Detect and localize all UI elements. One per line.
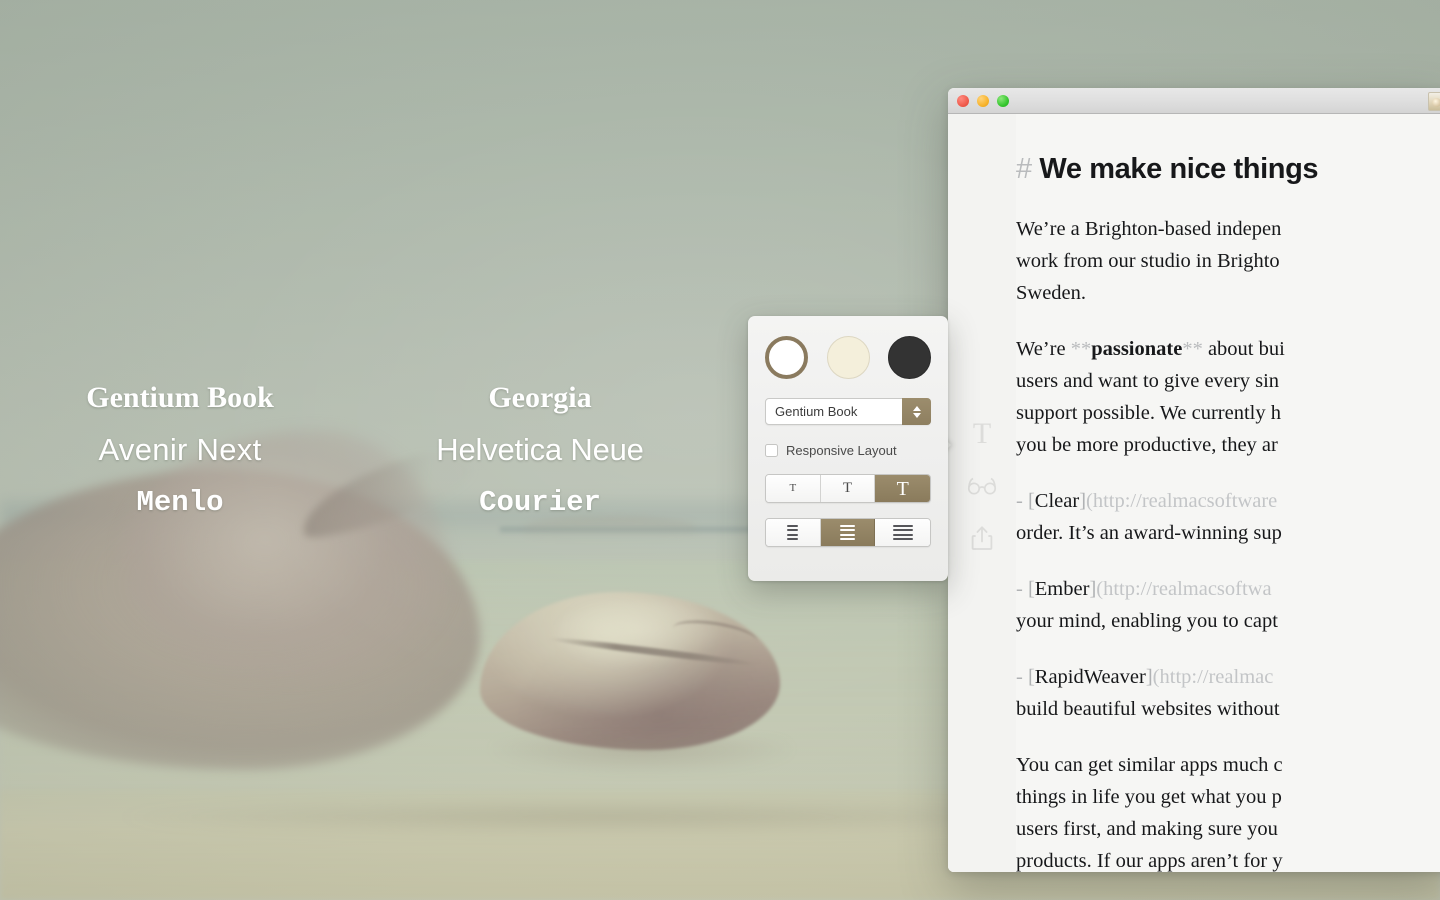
theme-swatch-white[interactable] [765, 336, 808, 379]
link-text[interactable]: RapidWeaver [1035, 666, 1146, 688]
list-item-ember: - [Ember](http://realmacsoftwa your mind… [1016, 573, 1440, 637]
zoom-button[interactable] [997, 95, 1009, 107]
link-url: (http://realmacsoftware [1086, 489, 1278, 512]
text-size-large-button[interactable]: T [875, 475, 930, 502]
line-width-segmented-control[interactable] [765, 518, 931, 547]
paragraph-text: about bui [1202, 337, 1285, 360]
paragraph-line: your mind, enabling you to capt [1016, 609, 1278, 632]
font-family-select[interactable]: Gentium Book [765, 398, 931, 425]
link-url: (http://realmac [1152, 665, 1274, 688]
text-size-medium-icon: T [842, 480, 853, 496]
markdown-bullet: - [1016, 489, 1023, 512]
tool-rail: T [948, 114, 1016, 872]
paragraph-line: users and want to give every sin [1016, 369, 1280, 392]
typography-button[interactable]: T [948, 408, 1016, 460]
link-text[interactable]: Clear [1035, 490, 1079, 512]
theme-swatch-sepia[interactable] [826, 336, 870, 379]
wallpaper-distant-rock [524, 516, 696, 538]
font-family-value: Gentium Book [775, 404, 858, 419]
markdown-bracket-close: ] [1145, 665, 1153, 688]
markdown-bracket-close: ] [1079, 489, 1087, 512]
line-width-narrow-icon [787, 524, 799, 541]
window-titlebar[interactable] [948, 88, 1440, 114]
chevron-down-icon [912, 412, 921, 418]
document-heading: # We make nice things [1016, 152, 1440, 187]
markdown-bullet: - [1016, 665, 1023, 688]
list-item-rapidweaver: - [RapidWeaver](http://realmac build bea… [1016, 661, 1440, 725]
responsive-layout-checkbox[interactable] [765, 444, 778, 457]
paragraph-text: We’re [1016, 337, 1071, 360]
paragraph-line: products. If our apps aren’t for y [1016, 849, 1283, 872]
theme-swatch-group [765, 336, 931, 379]
markdown-bracket-open: [ [1027, 489, 1035, 512]
document-window[interactable]: T # We make nice things We’re a Brighton… [948, 88, 1440, 872]
line-width-wide-icon [892, 524, 913, 541]
markdown-bold-marker: ** [1182, 337, 1203, 360]
text-size-medium-button[interactable]: T [820, 475, 876, 502]
line-width-narrow-button[interactable] [766, 519, 821, 546]
share-icon [971, 525, 993, 551]
glasses-icon [967, 477, 997, 495]
markdown-bullet: - [1016, 577, 1023, 600]
document-heading-text: We make nice things [1039, 153, 1319, 185]
bold-word: passionate [1091, 337, 1183, 360]
paragraph-line: Sweden. [1016, 281, 1087, 304]
font-sample-gentium-book: Gentium Book [86, 381, 274, 414]
document-text-area[interactable]: # We make nice things We’re a Brighton-b… [1016, 114, 1440, 872]
paragraph-line: build beautiful websites without [1016, 697, 1280, 720]
link-url: (http://realmacsoftwa [1096, 577, 1272, 600]
font-sample-row: Gentium Book Georgia [0, 372, 720, 424]
paragraph-line: order. It’s an award-winning sup [1016, 521, 1282, 544]
paragraph-closing: You can get similar apps much c things i… [1016, 749, 1440, 872]
font-sample-georgia: Georgia [488, 381, 592, 414]
paragraph-line: things in life you get what you p [1016, 785, 1282, 808]
preview-button[interactable] [948, 460, 1016, 512]
chevron-up-icon [912, 405, 921, 411]
document-body: T # We make nice things We’re a Brighton… [948, 114, 1440, 872]
line-width-medium-button[interactable] [820, 519, 876, 546]
markdown-bracket-open: [ [1027, 665, 1035, 688]
close-button[interactable] [957, 95, 969, 107]
text-size-small-button[interactable]: T [766, 475, 821, 502]
stepper-arrows [912, 405, 921, 418]
wallpaper-boulder-reflection [492, 738, 792, 774]
text-size-large-icon: T [896, 477, 909, 500]
window-controls [957, 95, 1009, 107]
markdown-hash-marker: # [1016, 153, 1032, 185]
document-thumbnail-icon[interactable] [1428, 92, 1440, 111]
paragraph-line: We’re a Brighton-based indepen [1016, 217, 1282, 240]
theme-swatch-dark[interactable] [888, 336, 931, 379]
line-width-wide-button[interactable] [875, 519, 930, 546]
paragraph-line: you be more productive, they ar [1016, 433, 1278, 456]
list-item-clear: - [Clear](http://realmacsoftware order. … [1016, 485, 1440, 549]
chevron-updown-icon[interactable] [902, 398, 931, 425]
desktop: Gentium Book Georgia Avenir Next Helveti… [0, 0, 1440, 900]
paragraph-line: users first, and making sure you [1016, 817, 1278, 840]
paragraph-passionate: We’re **passionate** about bui users and… [1016, 333, 1440, 461]
text-size-small-icon: T [789, 482, 797, 494]
line-width-medium-icon [840, 524, 855, 541]
typography-icon: T [972, 417, 992, 450]
share-button[interactable] [948, 512, 1016, 564]
paragraph-intro: We’re a Brighton-based indepen work from… [1016, 213, 1440, 309]
paragraph-line: work from our studio in Brighto [1016, 249, 1280, 272]
typography-popover[interactable]: Gentium Book Responsive Layout T T T [748, 316, 951, 581]
responsive-layout-label: Responsive Layout [786, 443, 897, 458]
responsive-layout-row[interactable]: Responsive Layout [765, 443, 931, 458]
paragraph-line: You can get similar apps much c [1016, 753, 1283, 776]
text-size-segmented-control[interactable]: T T T [765, 474, 931, 503]
popover-panel: Gentium Book Responsive Layout T T T [748, 316, 948, 581]
link-text[interactable]: Ember [1035, 578, 1090, 600]
markdown-bold-marker: ** [1070, 337, 1092, 360]
minimize-button[interactable] [977, 95, 989, 107]
paragraph-line: support possible. We currently h [1016, 401, 1281, 424]
markdown-content: # We make nice things We’re a Brighton-b… [1016, 152, 1440, 872]
markdown-bracket-open: [ [1027, 577, 1035, 600]
